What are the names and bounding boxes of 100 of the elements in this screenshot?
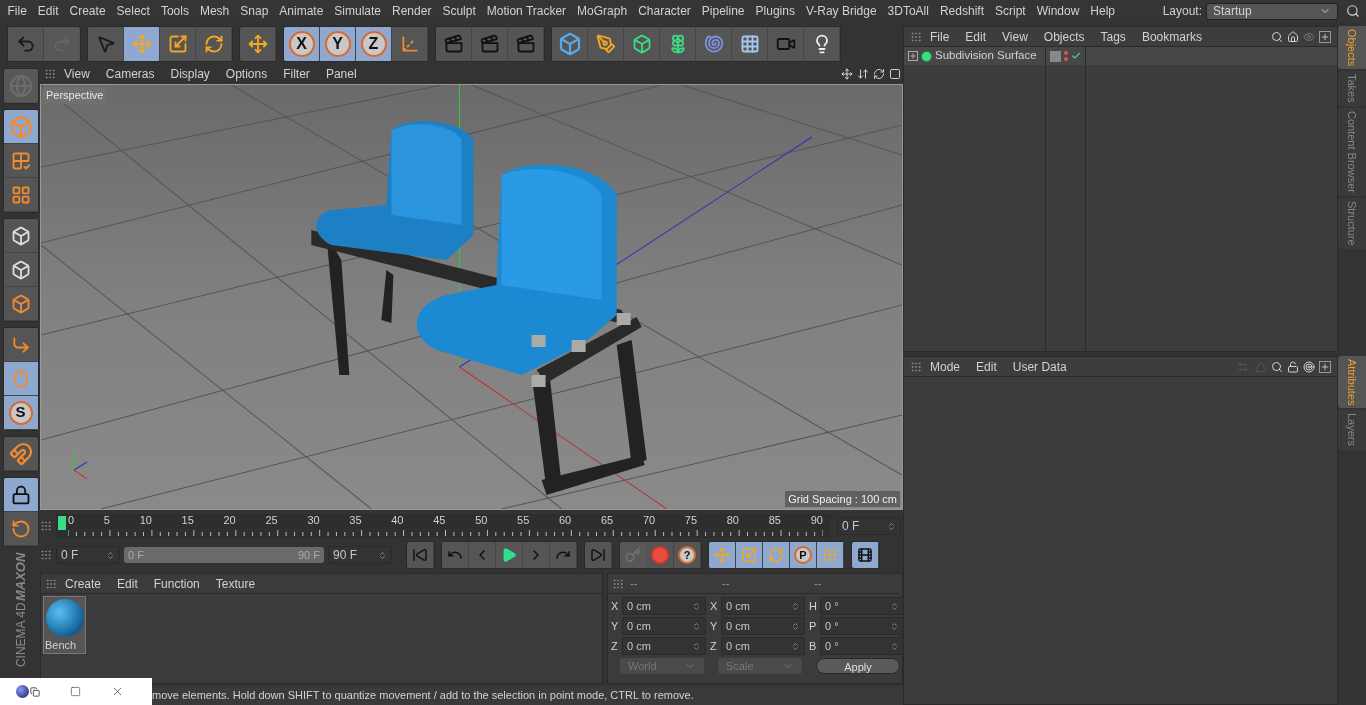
menu-item[interactable]: Plugins [750, 2, 801, 20]
menu-item[interactable]: Help [1084, 2, 1121, 20]
menu-item[interactable]: Edit [32, 2, 65, 20]
lock-icon[interactable] [1286, 360, 1299, 373]
side-tab[interactable]: Attributes [1337, 356, 1366, 409]
menu-item[interactable]: MoGraph [571, 2, 633, 20]
coordinate-field[interactable]: 0 ° [820, 617, 904, 635]
expand-toggle[interactable] [908, 51, 918, 61]
restore-icon[interactable] [30, 686, 40, 697]
coordinate-field[interactable]: 0 ° [820, 637, 904, 655]
menu-item[interactable]: View [994, 27, 1036, 46]
tool-button[interactable] [3, 219, 38, 253]
tool-button[interactable] [3, 328, 38, 362]
search-icon[interactable] [1346, 4, 1360, 18]
menu-item[interactable]: File [2, 2, 33, 20]
menu-item[interactable]: Render [386, 2, 437, 20]
menu-item[interactable]: Function [145, 574, 208, 593]
menu-item[interactable]: Pipeline [696, 2, 751, 20]
pan-icon[interactable] [841, 68, 853, 80]
visibility-dots-icon[interactable] [1064, 51, 1068, 61]
tool-button[interactable] [3, 110, 38, 144]
tool-button[interactable] [732, 27, 768, 61]
tool-button[interactable] [3, 362, 38, 396]
tool-button[interactable] [196, 27, 232, 61]
menu-item[interactable]: Texture [207, 574, 264, 593]
timeline-ruler[interactable]: 0 5 10 15 20 25 30 35 40 45 50 55 60 65 70 75 80 85 90 [56, 514, 831, 538]
tool-button[interactable] [496, 542, 523, 568]
tool-button[interactable] [3, 437, 38, 471]
orbit-icon[interactable] [873, 68, 885, 80]
tool-button[interactable] [3, 178, 38, 212]
search-icon[interactable] [1270, 360, 1283, 373]
menu-item[interactable]: Script [989, 2, 1032, 20]
tool-button[interactable]: X [284, 27, 320, 61]
menu-item[interactable]: Sculpt [436, 2, 482, 20]
menu-item[interactable]: Mode [922, 357, 969, 376]
menu-item[interactable]: Cameras [97, 65, 163, 83]
current-frame-field[interactable]: 0 F [837, 517, 901, 535]
menu-item[interactable]: Motion Tracker [481, 2, 572, 20]
3d-viewport[interactable]: Perspective Grid Spacing : 100 cm [40, 84, 903, 510]
tool-button[interactable]: S [3, 396, 38, 430]
tool-button[interactable]: P [790, 542, 817, 568]
tool-button[interactable] [763, 542, 790, 568]
menu-item[interactable]: View [56, 65, 98, 83]
close-icon[interactable] [111, 685, 124, 698]
side-tab[interactable]: Objects [1337, 26, 1366, 70]
menu-item[interactable]: Simulate [328, 2, 387, 20]
tool-button[interactable] [124, 27, 160, 61]
tool-button[interactable] [3, 512, 38, 546]
menu-item[interactable]: User Data [1004, 357, 1075, 376]
menu-item[interactable]: Redshift [934, 2, 990, 20]
start-frame-field[interactable]: 0 F [56, 546, 120, 564]
menu-item[interactable]: Panel [317, 65, 365, 83]
menu-item[interactable]: Window [1031, 2, 1085, 20]
layout-dropdown[interactable]: Startup [1206, 2, 1338, 20]
tool-button[interactable] [709, 542, 736, 568]
tool-button[interactable] [660, 27, 696, 61]
coordinate-field[interactable]: 0 cm [622, 617, 706, 635]
tool-button[interactable] [3, 287, 38, 321]
tool-button[interactable] [624, 27, 660, 61]
menu-item[interactable]: Edit [109, 574, 146, 593]
coordinate-field[interactable]: 0 cm [622, 597, 706, 615]
menu-item[interactable]: Options [217, 65, 276, 83]
menu-item[interactable]: Mesh [194, 2, 235, 20]
coordinate-field[interactable]: 0 cm [721, 637, 805, 655]
menu-item[interactable]: Tools [155, 2, 195, 20]
tool-button[interactable] [588, 27, 624, 61]
apply-button[interactable]: Apply [816, 658, 900, 674]
tool-button[interactable]: Y [320, 27, 356, 61]
tool-button[interactable]: ? [674, 542, 701, 568]
coordinate-field[interactable]: 0 cm [721, 617, 805, 635]
menu-item[interactable]: V-Ray Bridge [800, 2, 883, 20]
tool-button[interactable] [160, 27, 196, 61]
coordinate-field[interactable]: 0 cm [721, 597, 805, 615]
object-row[interactable]: Subdivision Surface [904, 47, 1045, 65]
tool-button[interactable] [804, 27, 840, 61]
menu-item[interactable]: Snap [234, 2, 274, 20]
menu-item[interactable]: 3DToAll [882, 2, 935, 20]
tool-button[interactable] [3, 253, 38, 287]
tool-button[interactable] [240, 27, 276, 61]
menu-item[interactable]: Character [632, 2, 697, 20]
home-icon[interactable] [1286, 30, 1299, 43]
tool-button[interactable] [852, 542, 879, 568]
tool-button[interactable] [736, 542, 763, 568]
menu-item[interactable]: Edit [957, 27, 995, 46]
menu-item[interactable]: Display [162, 65, 218, 83]
menu-item[interactable]: Bookmarks [1133, 27, 1210, 46]
target-icon[interactable] [1302, 360, 1315, 373]
material-swatch[interactable]: Bench [43, 596, 86, 654]
menu-item[interactable]: Create [57, 574, 110, 593]
menu-item[interactable]: Objects [1035, 27, 1093, 46]
menu-item[interactable]: Create [64, 2, 112, 20]
menu-item[interactable]: File [922, 27, 958, 46]
tool-button[interactable] [817, 542, 844, 568]
menu-item[interactable]: Tags [1092, 27, 1134, 46]
tool-button[interactable]: Z [356, 27, 392, 61]
menu-item[interactable]: Select [111, 2, 156, 20]
new-panel-icon[interactable] [1318, 360, 1331, 373]
coordinate-field[interactable]: 0 cm [622, 637, 706, 655]
zoom-icon[interactable] [857, 68, 869, 80]
menu-item[interactable]: Edit [968, 357, 1005, 376]
